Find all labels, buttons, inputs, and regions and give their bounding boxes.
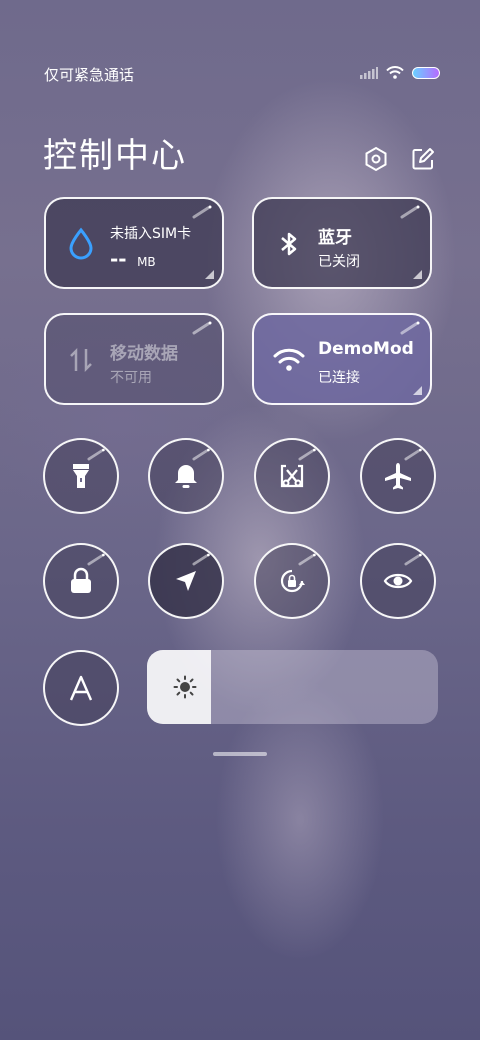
flashlight-icon	[73, 464, 89, 488]
tile-mobile-data-title: 移动数据	[110, 344, 178, 364]
location-arrow-icon	[176, 571, 196, 591]
tile-mobile-data[interactable]: 移动数据 不可用	[44, 313, 224, 405]
sun-icon	[173, 675, 197, 699]
scissors-icon	[280, 464, 304, 488]
wifi-status-icon	[386, 66, 404, 79]
lock-icon	[71, 567, 91, 593]
carrier-label: 仅可紧急通话	[44, 66, 135, 84]
rotation-lock-icon	[280, 569, 305, 593]
sparkle-icon	[87, 553, 105, 566]
battery-icon	[412, 66, 440, 79]
sparkle-icon	[400, 205, 420, 219]
bell-icon	[175, 465, 197, 488]
wifi-icon	[273, 348, 305, 371]
tile-mobile-data-status: 不可用	[110, 370, 152, 386]
settings-icon[interactable]	[363, 146, 389, 172]
expand-corner-icon[interactable]	[413, 386, 422, 395]
toggle-rotation-lock[interactable]	[254, 543, 330, 619]
toggle-flashlight[interactable]	[43, 438, 119, 514]
data-usage-number: --	[110, 247, 127, 271]
sparkle-icon	[192, 205, 212, 219]
data-transfer-icon	[70, 347, 92, 373]
sparkle-icon	[404, 448, 422, 461]
eye-icon	[383, 573, 413, 589]
edit-icon[interactable]	[410, 146, 436, 172]
data-usage-unit: MB	[137, 255, 156, 269]
sparkle-icon	[87, 448, 105, 461]
toggle-location[interactable]	[148, 543, 224, 619]
toggle-reading-mode[interactable]	[360, 543, 436, 619]
sparkle-icon	[192, 321, 212, 335]
toggle-screenshot[interactable]	[254, 438, 330, 514]
sparkle-icon	[298, 553, 316, 566]
sparkle-icon	[192, 448, 210, 461]
toggle-auto-brightness[interactable]	[43, 650, 119, 726]
sparkle-icon	[404, 553, 422, 566]
tile-data-usage[interactable]: 未插入SIM卡 -- MB	[44, 197, 224, 289]
signal-icon	[360, 66, 378, 79]
page-title: 控制中心	[43, 136, 187, 176]
bluetooth-icon	[281, 232, 297, 256]
expand-corner-icon[interactable]	[413, 270, 422, 279]
expand-corner-icon[interactable]	[205, 270, 214, 279]
status-bar: 仅可紧急通话	[44, 64, 440, 88]
drag-handle[interactable]	[213, 752, 267, 756]
tile-wifi-status: 已连接	[318, 370, 360, 386]
toggle-airplane-mode[interactable]	[360, 438, 436, 514]
status-icons	[360, 66, 440, 79]
brightness-slider[interactable]	[147, 650, 438, 724]
tile-data-usage-title: 未插入SIM卡	[110, 226, 192, 242]
tile-wifi[interactable]: DemoMod 已连接	[252, 313, 432, 405]
letter-a-icon	[69, 675, 93, 701]
tile-bluetooth-title: 蓝牙	[318, 228, 352, 248]
tile-wifi-title: DemoMod	[318, 339, 414, 359]
droplet-icon	[69, 227, 93, 260]
sparkle-icon	[400, 321, 420, 335]
airplane-icon	[385, 463, 411, 490]
tile-bluetooth-status: 已关闭	[318, 254, 360, 270]
sparkle-icon	[298, 448, 316, 461]
tile-bluetooth[interactable]: 蓝牙 已关闭	[252, 197, 432, 289]
tile-data-usage-value: -- MB	[110, 247, 156, 271]
toggle-mute[interactable]	[148, 438, 224, 514]
sparkle-icon	[192, 553, 210, 566]
toggle-lock-screen[interactable]	[43, 543, 119, 619]
